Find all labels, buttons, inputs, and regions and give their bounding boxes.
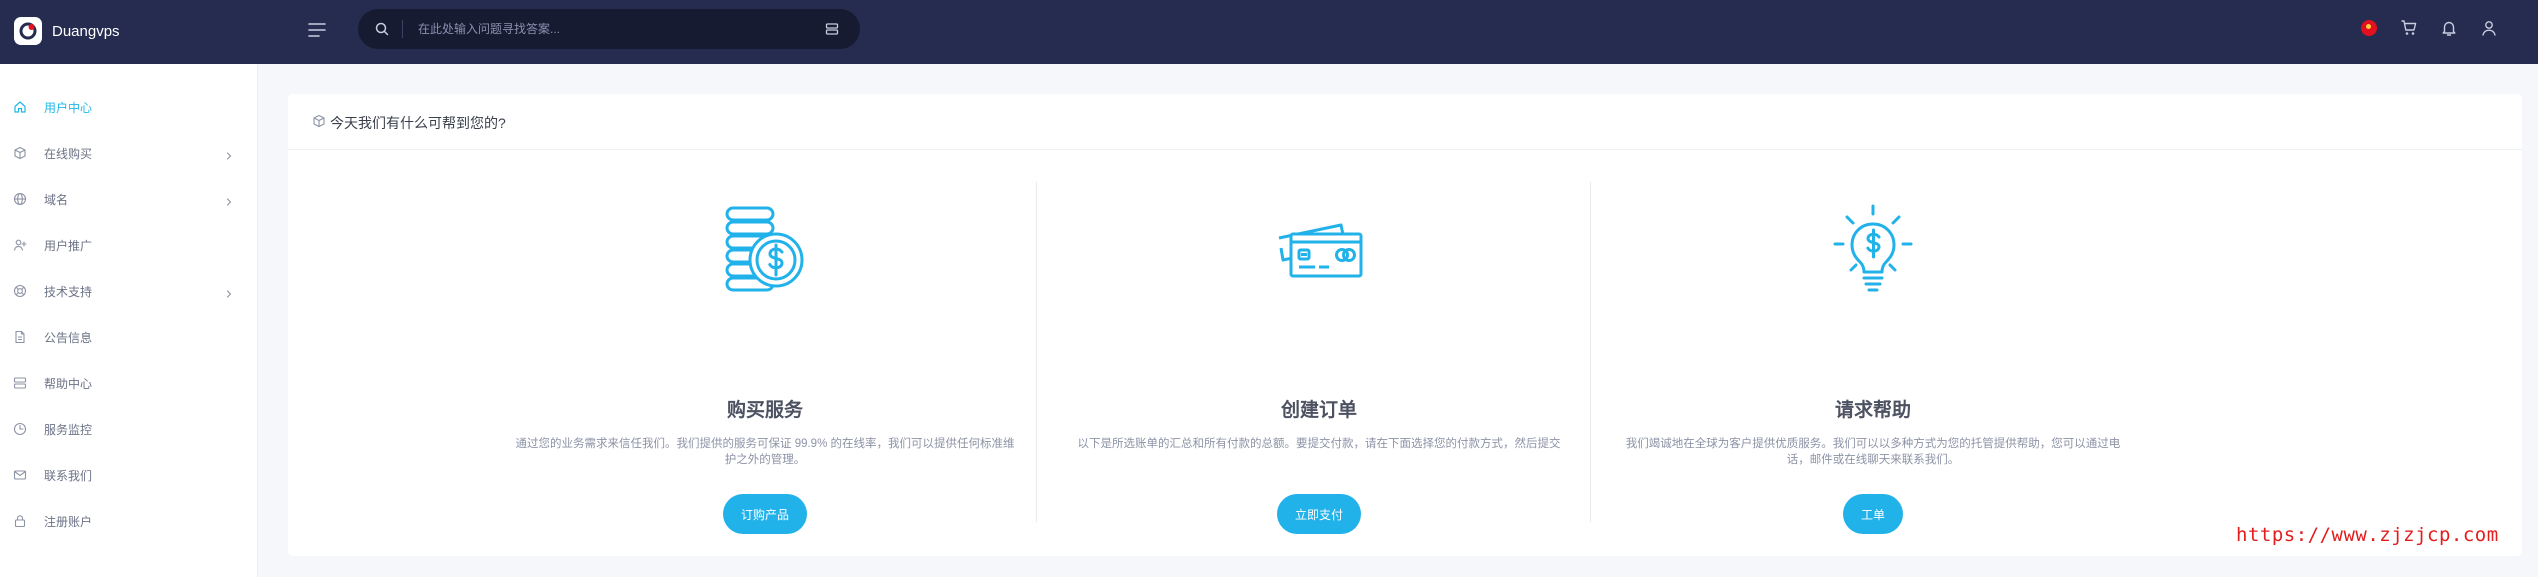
column-title: 请求帮助	[1834, 400, 1911, 421]
sidebar-item-label: 用户中心	[44, 100, 93, 115]
sidebar-item-announcements[interactable]: 公告信息	[0, 322, 258, 352]
credit-card-icon	[1273, 202, 1365, 294]
cube-icon	[312, 114, 326, 128]
column-description: 我们竭诚地在全球为客户提供优质服务。我们可以以多种方式为您的托管提供帮助，您可以…	[1625, 438, 2121, 466]
search-icon[interactable]	[374, 21, 390, 37]
chevron-right-icon	[224, 286, 234, 298]
sidebar-item-label: 帮助中心	[44, 376, 93, 391]
help-card: 今天我们有什么可帮到您的? 购买服务 通过您的业务需求来信任我们。我们提供的服务…	[288, 94, 2522, 556]
sidebar-item-support[interactable]: 技术支持	[0, 276, 258, 306]
sidebar-item-label: 公告信息	[44, 330, 93, 345]
sidebar: 用户中心 在线购买 域名 用户推广 技术支持 公告信息 帮助中心 服务监控 联系…	[0, 64, 258, 577]
column-description: 通过您的业务需求来信任我们。我们提供的服务可保证 99.9% 的在线率，我们可以…	[515, 438, 1015, 466]
watermark-url: https://www.zjzjcp.com	[2236, 524, 2499, 546]
sidebar-item-label: 用户推广	[44, 238, 93, 253]
sidebar-item-user-center[interactable]: 用户中心	[0, 92, 258, 122]
card-header: 今天我们有什么可帮到您的?	[288, 94, 2522, 150]
document-icon	[13, 330, 27, 344]
sidebar-item-label: 域名	[44, 192, 69, 207]
sidebar-item-buy-online[interactable]: 在线购买	[0, 138, 258, 168]
column-title: 购买服务	[726, 400, 803, 421]
menu-icon[interactable]	[306, 19, 328, 41]
sidebar-item-register[interactable]: 注册账户	[0, 506, 258, 536]
sidebar-item-help-center[interactable]: 帮助中心	[0, 368, 258, 398]
column-title: 创建订单	[1280, 400, 1357, 421]
lock-icon	[13, 514, 27, 528]
sidebar-item-promotion[interactable]: 用户推广	[0, 230, 258, 260]
page-title: 今天我们有什么可帮到您的?	[330, 115, 506, 131]
filter-icon[interactable]	[824, 21, 840, 37]
search-divider	[402, 20, 403, 38]
search-input[interactable]	[418, 17, 778, 41]
pay-now-button[interactable]: 立即支付	[1276, 494, 1362, 534]
sidebar-item-label: 在线购买	[44, 146, 93, 161]
search-bar	[358, 9, 860, 49]
top-actions	[2360, 16, 2498, 40]
user-plus-icon	[13, 238, 27, 252]
cart-icon[interactable]	[2400, 19, 2418, 37]
bell-icon[interactable]	[2440, 19, 2458, 37]
order-product-button[interactable]: 订购产品	[722, 494, 808, 534]
sidebar-item-label: 技术支持	[44, 284, 93, 299]
chevron-right-icon	[224, 148, 234, 160]
sidebar-item-contact[interactable]: 联系我们	[0, 460, 258, 490]
flag-icon[interactable]	[2360, 19, 2378, 37]
buy-service-panel: 购买服务 通过您的业务需求来信任我们。我们提供的服务可保证 99.9% 的在线率…	[488, 150, 1042, 556]
sidebar-item-label: 联系我们	[44, 468, 93, 483]
column-divider	[1590, 182, 1591, 522]
sidebar-item-monitoring[interactable]: 服务监控	[0, 414, 258, 444]
coins-dollar-icon	[719, 202, 811, 294]
create-order-panel: 创建订单 以下是所选账单的汇总和所有付款的总额。要提交付款，请在下面选择您的付款…	[1042, 150, 1596, 556]
sidebar-item-label: 服务监控	[44, 422, 93, 437]
ticket-button[interactable]: 工单	[1842, 494, 1904, 534]
request-help-panel: 请求帮助 我们竭诚地在全球为客户提供优质服务。我们可以以多种方式为您的托管提供帮…	[1596, 150, 2150, 556]
lightbulb-dollar-icon	[1827, 202, 1919, 294]
user-icon[interactable]	[2480, 19, 2498, 37]
monitor-icon	[13, 422, 27, 436]
lifebuoy-icon	[13, 284, 27, 298]
brand-name: Duangvps	[52, 22, 120, 40]
mail-icon	[13, 468, 27, 482]
column-description: 以下是所选账单的汇总和所有付款的总额。要提交付款，请在下面选择您的付款方式，然后…	[1077, 438, 1561, 450]
sidebar-item-label: 注册账户	[44, 514, 93, 529]
globe-icon	[13, 192, 27, 206]
home-icon	[13, 100, 27, 114]
top-navbar: Duangvps	[0, 0, 2538, 64]
logo-icon	[14, 17, 42, 45]
column-divider	[1036, 182, 1037, 522]
chevron-right-icon	[224, 194, 234, 206]
box-icon	[13, 146, 27, 160]
sidebar-item-domain[interactable]: 域名	[0, 184, 258, 214]
server-icon	[13, 376, 27, 390]
brand[interactable]: Duangvps	[14, 14, 120, 48]
